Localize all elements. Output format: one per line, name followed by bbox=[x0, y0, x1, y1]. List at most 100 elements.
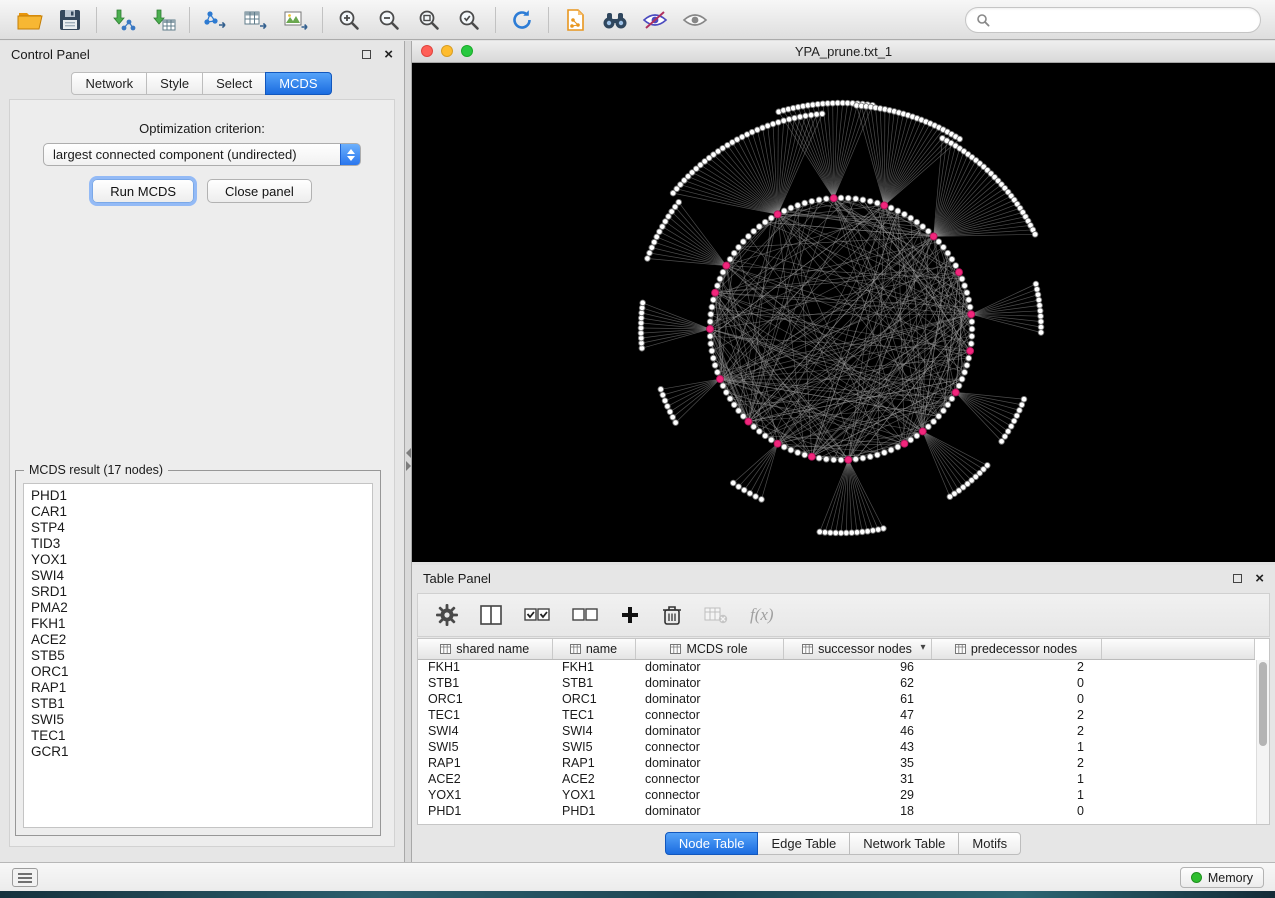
table-cell[interactable]: STB1 bbox=[418, 675, 552, 691]
mcds-result-item[interactable]: ORC1 bbox=[31, 664, 365, 680]
table-cell[interactable]: YOX1 bbox=[552, 787, 635, 803]
apply-preferred-layout-icon[interactable] bbox=[502, 4, 542, 36]
table-cell[interactable]: 31 bbox=[783, 771, 931, 787]
column-header-MCDS-role[interactable]: MCDS role bbox=[635, 639, 783, 659]
mcds-result-item[interactable]: STB5 bbox=[31, 648, 365, 664]
table-cell[interactable]: dominator bbox=[635, 803, 783, 819]
table-cell[interactable]: 1 bbox=[931, 771, 1101, 787]
memory-button[interactable]: Memory bbox=[1180, 867, 1264, 888]
table-cell[interactable]: connector bbox=[635, 739, 783, 755]
table-cell[interactable]: 46 bbox=[783, 723, 931, 739]
mcds-result-item[interactable]: STB1 bbox=[31, 696, 365, 712]
search-network-icon[interactable] bbox=[595, 4, 635, 36]
table-cell[interactable]: ORC1 bbox=[418, 691, 552, 707]
criterion-select[interactable]: largest connected component (undirected) bbox=[43, 143, 361, 166]
table-cell[interactable]: RAP1 bbox=[418, 755, 552, 771]
mcds-result-list[interactable]: PHD1CAR1STP4TID3YOX1SWI4SRD1PMA2FKH1ACE2… bbox=[23, 483, 373, 828]
table-cell[interactable]: 2 bbox=[931, 659, 1101, 675]
float-panel-icon[interactable] bbox=[362, 50, 371, 59]
mcds-result-item[interactable]: GCR1 bbox=[31, 744, 365, 760]
table-cell[interactable]: 0 bbox=[931, 803, 1101, 819]
mcds-result-item[interactable]: TEC1 bbox=[31, 728, 365, 744]
table-tab-node-table[interactable]: Node Table bbox=[665, 832, 759, 855]
column-header-name[interactable]: name bbox=[552, 639, 635, 659]
table-cell[interactable]: ORC1 bbox=[552, 691, 635, 707]
select-all-columns-icon[interactable] bbox=[524, 605, 550, 625]
delete-column-icon[interactable] bbox=[662, 604, 682, 626]
close-table-panel-icon[interactable]: × bbox=[1255, 571, 1264, 586]
table-cell[interactable]: 47 bbox=[783, 707, 931, 723]
table-cell[interactable]: connector bbox=[635, 771, 783, 787]
table-cell[interactable]: dominator bbox=[635, 755, 783, 771]
mcds-result-item[interactable]: RAP1 bbox=[31, 680, 365, 696]
mcds-result-item[interactable]: SWI4 bbox=[31, 568, 365, 584]
mcds-result-item[interactable]: FKH1 bbox=[31, 616, 365, 632]
table-cell[interactable]: PHD1 bbox=[418, 803, 552, 819]
mcds-result-item[interactable]: PMA2 bbox=[31, 600, 365, 616]
mcds-result-item[interactable]: ACE2 bbox=[31, 632, 365, 648]
panel-menu-icon[interactable] bbox=[12, 868, 38, 887]
table-scrollbar-thumb[interactable] bbox=[1259, 662, 1267, 746]
table-cell[interactable]: 29 bbox=[783, 787, 931, 803]
maximize-window-icon[interactable] bbox=[461, 45, 473, 57]
sort-arrow-icon[interactable]: ▾ bbox=[920, 642, 925, 653]
table-row[interactable]: SWI4SWI4dominator462 bbox=[418, 723, 1255, 739]
table-cell[interactable]: SWI4 bbox=[418, 723, 552, 739]
table-cell[interactable]: TEC1 bbox=[552, 707, 635, 723]
table-row[interactable]: PHD1PHD1dominator180 bbox=[418, 803, 1255, 819]
control-tab-style[interactable]: Style bbox=[146, 72, 203, 95]
divider-collapse-arrows-icon[interactable] bbox=[405, 447, 412, 474]
mcds-result-item[interactable]: TID3 bbox=[31, 536, 365, 552]
column-header-shared-name[interactable]: shared name bbox=[418, 639, 552, 659]
mcds-result-item[interactable]: SWI5 bbox=[31, 712, 365, 728]
table-row[interactable]: RAP1RAP1dominator352 bbox=[418, 755, 1255, 771]
table-cell[interactable]: SWI5 bbox=[418, 739, 552, 755]
table-cell[interactable]: YOX1 bbox=[418, 787, 552, 803]
table-cell[interactable]: 1 bbox=[931, 739, 1101, 755]
minimize-window-icon[interactable] bbox=[441, 45, 453, 57]
table-tab-edge-table[interactable]: Edge Table bbox=[757, 832, 850, 855]
table-cell[interactable]: STB1 bbox=[552, 675, 635, 691]
clone-network-icon[interactable] bbox=[555, 4, 595, 36]
table-cell[interactable]: 2 bbox=[931, 707, 1101, 723]
table-tab-motifs[interactable]: Motifs bbox=[958, 832, 1021, 855]
mcds-result-item[interactable]: PHD1 bbox=[31, 488, 365, 504]
network-window-titlebar[interactable]: YPA_prune.txt_1 bbox=[412, 41, 1275, 63]
table-cell[interactable]: ACE2 bbox=[552, 771, 635, 787]
mcds-result-item[interactable]: YOX1 bbox=[31, 552, 365, 568]
table-cell[interactable]: 1 bbox=[931, 787, 1101, 803]
mcds-result-item[interactable]: SRD1 bbox=[31, 584, 365, 600]
table-cell[interactable]: 96 bbox=[783, 659, 931, 675]
network-canvas[interactable] bbox=[412, 63, 1275, 562]
table-cell[interactable]: dominator bbox=[635, 675, 783, 691]
table-cell[interactable]: FKH1 bbox=[418, 659, 552, 675]
table-scrollbar[interactable] bbox=[1256, 660, 1269, 824]
table-cell[interactable]: connector bbox=[635, 787, 783, 803]
table-cell[interactable]: 2 bbox=[931, 723, 1101, 739]
table-cell[interactable]: TEC1 bbox=[418, 707, 552, 723]
table-cell[interactable]: ACE2 bbox=[418, 771, 552, 787]
export-table-icon[interactable] bbox=[236, 4, 276, 36]
create-column-icon[interactable] bbox=[620, 605, 640, 625]
zoom-out-icon[interactable] bbox=[369, 4, 409, 36]
control-tab-mcds[interactable]: MCDS bbox=[265, 72, 331, 95]
mcds-result-item[interactable]: CAR1 bbox=[31, 504, 365, 520]
table-cell[interactable]: dominator bbox=[635, 723, 783, 739]
table-row[interactable]: FKH1FKH1dominator962 bbox=[418, 659, 1255, 675]
table-row[interactable]: SWI5SWI5connector431 bbox=[418, 739, 1255, 755]
table-row[interactable]: TEC1TEC1connector472 bbox=[418, 707, 1255, 723]
control-tab-select[interactable]: Select bbox=[202, 72, 266, 95]
table-cell[interactable]: 0 bbox=[931, 691, 1101, 707]
table-cell[interactable]: 0 bbox=[931, 675, 1101, 691]
table-cell[interactable]: dominator bbox=[635, 691, 783, 707]
table-cell[interactable]: 2 bbox=[931, 755, 1101, 771]
table-cell[interactable]: FKH1 bbox=[552, 659, 635, 675]
search-box[interactable] bbox=[965, 7, 1261, 33]
import-network-from-file-icon[interactable] bbox=[103, 4, 143, 36]
table-row[interactable]: ACE2ACE2connector311 bbox=[418, 771, 1255, 787]
zoom-fit-icon[interactable] bbox=[409, 4, 449, 36]
zoom-selected-icon[interactable] bbox=[449, 4, 489, 36]
run-mcds-button[interactable]: Run MCDS bbox=[92, 179, 194, 203]
column-header-successor-nodes[interactable]: successor nodes▾ bbox=[783, 639, 931, 659]
save-session-icon[interactable] bbox=[50, 4, 90, 36]
